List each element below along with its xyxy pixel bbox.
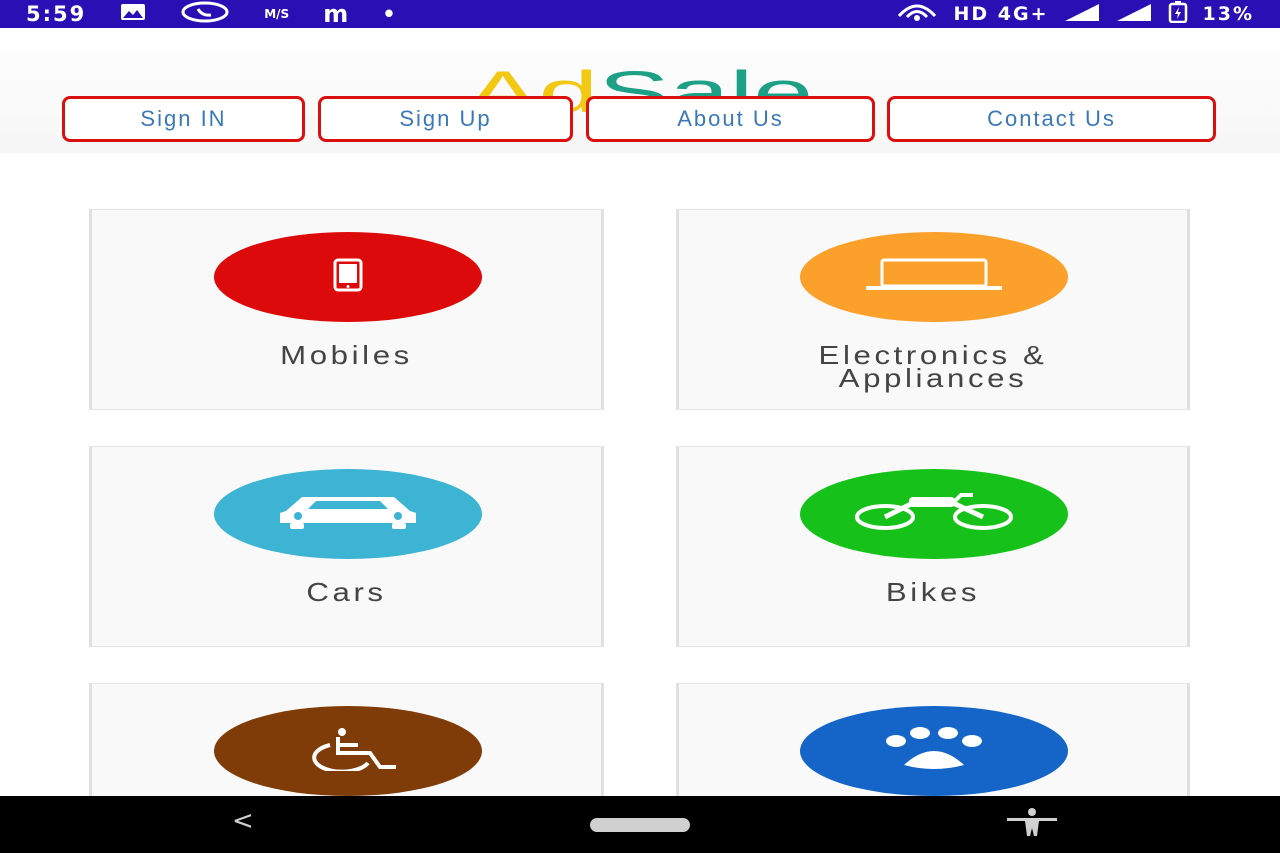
accessibility-icon[interactable]: [1005, 808, 1059, 840]
status-bar: 5:59 M/S m • HD 4G+ 13%: [0, 0, 1280, 28]
status-time: 5:59: [26, 2, 87, 26]
category-label-electronics-line2: Appliances: [838, 363, 1028, 393]
category-card-bikes[interactable]: Bikes: [676, 446, 1190, 647]
about-us-button[interactable]: About Us: [586, 96, 875, 142]
network-type-label: HD 4G+: [953, 3, 1049, 25]
category-icon-circle: [800, 232, 1068, 322]
sign-in-button[interactable]: Sign IN: [62, 96, 305, 142]
category-icon-circle: [214, 706, 482, 796]
notification-dot: •: [382, 2, 398, 26]
sign-up-button[interactable]: Sign Up: [318, 96, 573, 142]
laptop-icon: [864, 258, 1004, 296]
signal-icon-2: [1115, 2, 1153, 27]
mobile-phone-icon: [333, 258, 363, 296]
contact-us-button[interactable]: Contact Us: [887, 96, 1216, 142]
wheelchair-icon: [288, 727, 408, 775]
gallery-icon: [120, 2, 146, 26]
category-label-cars: Cars: [306, 577, 387, 607]
category-card-mobiles[interactable]: Mobiles: [89, 209, 604, 410]
category-card-cars[interactable]: Cars: [89, 446, 604, 647]
back-icon[interactable]: <: [232, 806, 254, 836]
home-pill[interactable]: [590, 818, 690, 832]
paw-icon: [874, 727, 994, 775]
battery-percent: 13%: [1202, 3, 1254, 25]
mobile-data-icon: M/S: [264, 7, 290, 21]
category-icon-circle: [214, 232, 482, 322]
hotspot-icon: [895, 2, 939, 27]
battery-icon: [1167, 0, 1189, 28]
category-icon-circle: [800, 706, 1068, 796]
android-nav-bar: <: [0, 796, 1280, 853]
category-label-mobiles: Mobiles: [280, 340, 413, 370]
whatsapp-icon: [180, 1, 230, 28]
category-icon-circle: [800, 469, 1068, 559]
car-icon: [276, 493, 420, 535]
category-label-bikes: Bikes: [885, 577, 981, 607]
category-label-electronics: Electronics & Appliances: [628, 342, 1238, 393]
signal-icon-1: [1063, 2, 1101, 27]
category-icon-circle: [214, 469, 482, 559]
category-card-electronics[interactable]: Electronics & Appliances: [676, 209, 1190, 410]
app-notification-icon: m: [323, 0, 349, 28]
motorbike-icon: [853, 493, 1015, 535]
